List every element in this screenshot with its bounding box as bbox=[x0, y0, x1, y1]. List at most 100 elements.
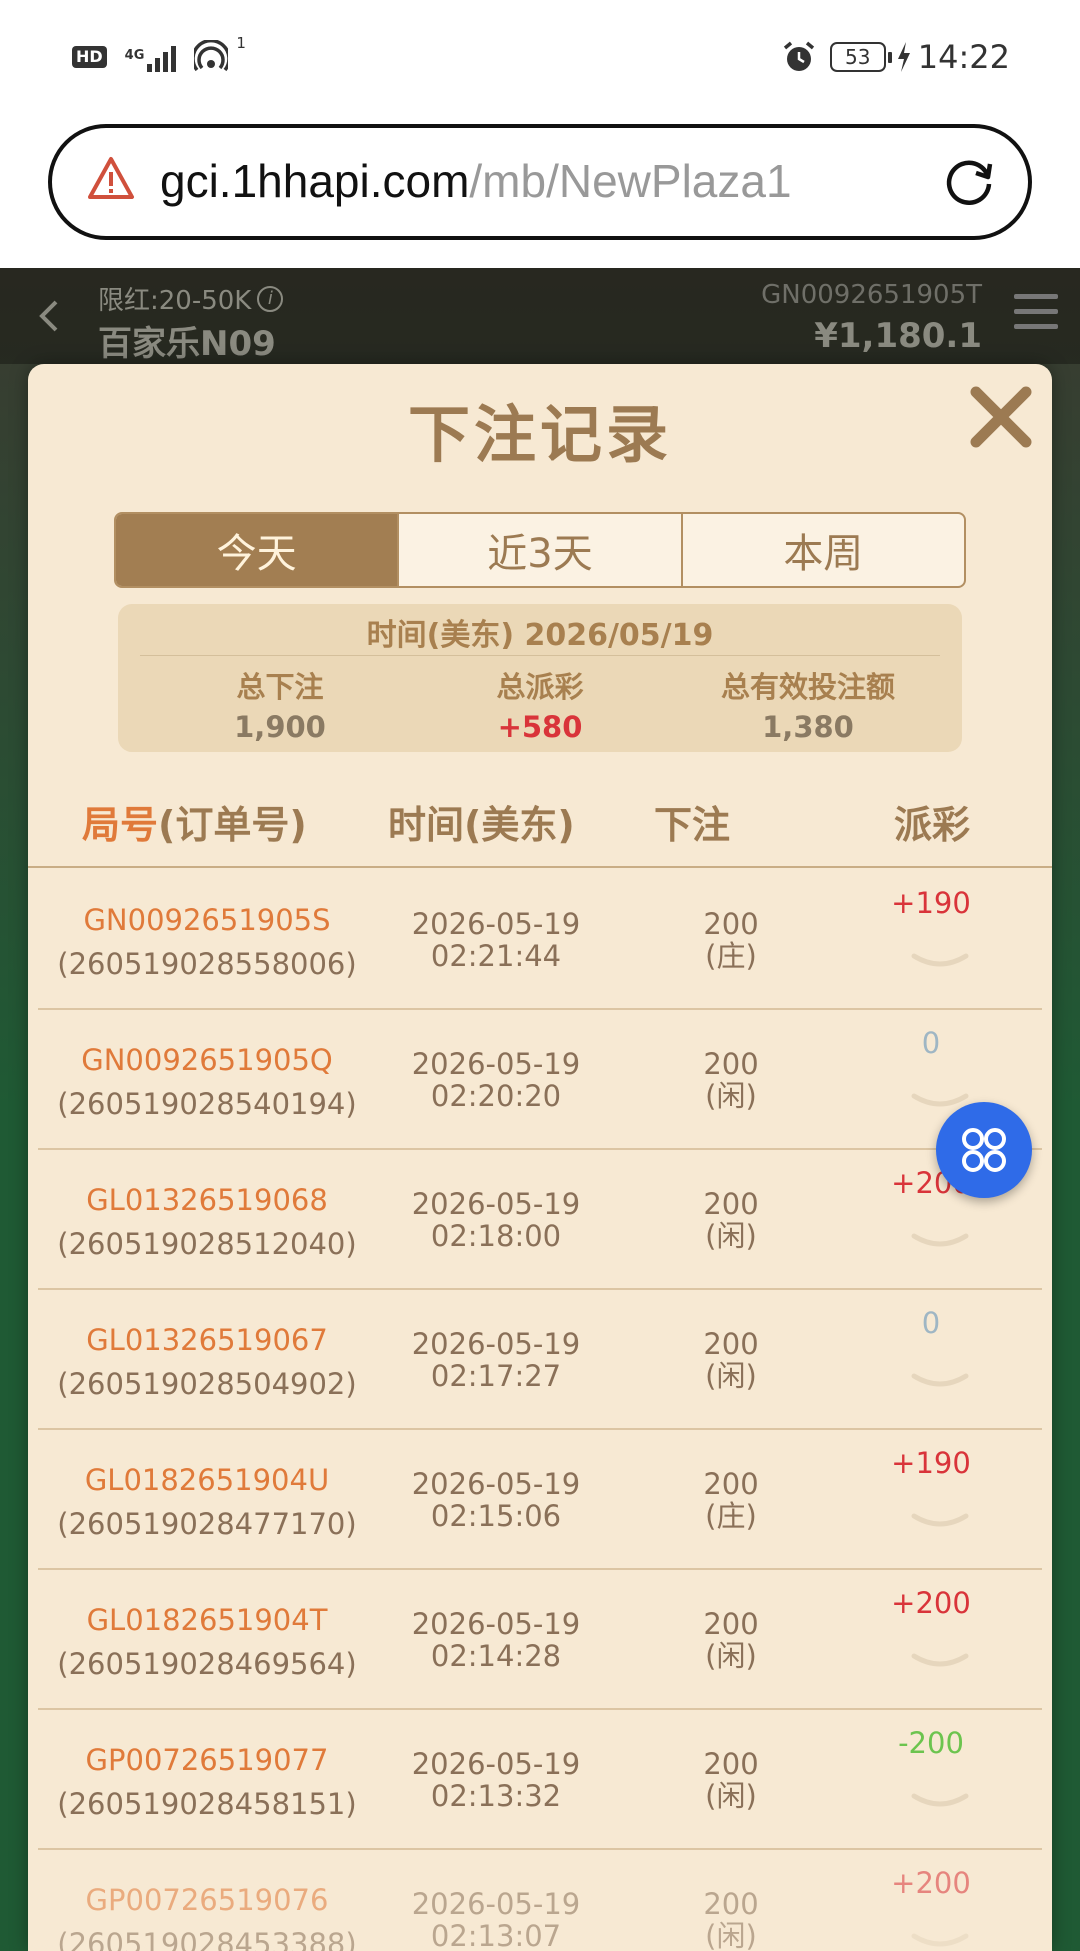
table-row[interactable]: GN0092651905Q (260519028540194) 2026-05-19… bbox=[38, 1010, 1042, 1150]
back-arrow-icon[interactable] bbox=[30, 296, 70, 336]
total-payout-value: +580 bbox=[497, 710, 583, 744]
hotspot-icon bbox=[194, 40, 229, 72]
cell-game-id: GL0182651904U (260519028477170) bbox=[38, 1458, 376, 1546]
chevron-down-icon[interactable] bbox=[910, 1370, 970, 1396]
status-bar: HD 4G 1 53 14:22 bbox=[0, 0, 1080, 118]
cell-time: 2026-05-19 02:15:06 bbox=[376, 1468, 616, 1532]
bet-amount: 200 bbox=[703, 1047, 759, 1081]
order-id: (260519028453388) bbox=[57, 1927, 357, 1951]
chevron-down-icon[interactable] bbox=[910, 1790, 970, 1816]
bet-time: 02:17:27 bbox=[430, 1359, 562, 1393]
total-payout-label: 总派彩 bbox=[496, 670, 584, 704]
column-header-time: 时间(美东) bbox=[388, 803, 575, 847]
cell-time: 2026-05-19 02:13:07 bbox=[376, 1888, 616, 1951]
chevron-down-icon[interactable] bbox=[910, 1650, 970, 1676]
bet-time: 02:18:00 bbox=[430, 1219, 562, 1253]
bet-time: 02:20:20 bbox=[430, 1079, 562, 1113]
floating-menu-button[interactable] bbox=[936, 1102, 1032, 1198]
cell-game-id: GP00726519077 (260519028458151) bbox=[38, 1738, 376, 1826]
cell-game-id: GL01326519067 (260519028504902) bbox=[38, 1318, 376, 1406]
cell-bet: 200 (闲) bbox=[666, 1748, 796, 1812]
bet-time: 02:13:07 bbox=[430, 1919, 562, 1951]
game-id: GP00726519077 bbox=[85, 1743, 329, 1777]
tab-this-week[interactable]: 本周 bbox=[683, 514, 964, 586]
hotspot-count: 1 bbox=[236, 34, 246, 52]
address-bar[interactable]: gci.1hhapi.com/mb/NewPlaza1 bbox=[48, 124, 1032, 240]
table-row[interactable]: GP00726519076 (260519028453388) 2026-05-19… bbox=[38, 1850, 1042, 1951]
column-header-id-rest: (订单号) bbox=[158, 803, 307, 847]
bet-limit: 限红:20-50K i bbox=[98, 280, 284, 317]
summary-total-valid: 总有效投注额 1,380 bbox=[678, 664, 938, 744]
cell-time: 2026-05-19 02:20:20 bbox=[376, 1048, 616, 1112]
chevron-down-icon[interactable] bbox=[910, 1930, 970, 1951]
order-id: (260519028558006) bbox=[57, 947, 357, 981]
battery-icon: 53 bbox=[829, 42, 892, 72]
game-id: GL0182651904U bbox=[84, 1463, 330, 1497]
cell-bet: 200 (庄) bbox=[666, 908, 796, 972]
table-row[interactable]: GL0182651904U (260519028477170) 2026-05-19… bbox=[38, 1430, 1042, 1570]
bet-amount: 200 bbox=[703, 1607, 759, 1641]
close-icon[interactable] bbox=[966, 382, 1036, 452]
status-left: HD 4G 1 bbox=[72, 34, 246, 74]
bet-side: (闲) bbox=[705, 1779, 757, 1813]
table-row[interactable]: GN0092651905S (260519028558006) 2026-05-19… bbox=[38, 870, 1042, 1010]
bet-side: (庄) bbox=[705, 1499, 757, 1533]
bet-date: 2026-05-19 bbox=[411, 1327, 581, 1361]
bet-side: (闲) bbox=[705, 1639, 757, 1673]
bet-time: 02:14:28 bbox=[430, 1639, 562, 1673]
summary-panel: 时间(美东) 2026/05/19 总下注 1,900 总派彩 +580 总有效… bbox=[118, 604, 962, 752]
warning-triangle-icon[interactable] bbox=[86, 154, 136, 204]
info-icon[interactable]: i bbox=[257, 285, 284, 312]
summary-total-payout: 总派彩 +580 bbox=[410, 664, 670, 744]
table-name: 百家乐N09 bbox=[98, 324, 276, 364]
table-row[interactable]: GL01326519067 (260519028504902) 2026-05-19… bbox=[38, 1290, 1042, 1430]
chevron-down-icon[interactable] bbox=[910, 950, 970, 976]
bet-time: 02:15:06 bbox=[430, 1499, 562, 1533]
chevron-down-icon[interactable] bbox=[910, 1230, 970, 1256]
tab-today[interactable]: 今天 bbox=[116, 514, 400, 586]
table-row[interactable]: GL0182651904T (260519028469564) 2026-05-19… bbox=[38, 1570, 1042, 1710]
bet-side: (闲) bbox=[705, 1219, 757, 1253]
reload-icon[interactable] bbox=[940, 152, 998, 210]
game-id: GN0092651905Q bbox=[81, 1043, 333, 1077]
payout-value: -200 bbox=[898, 1726, 964, 1760]
url-path: /mb/NewPlaza1 bbox=[469, 155, 792, 207]
cell-time: 2026-05-19 02:21:44 bbox=[376, 908, 616, 972]
signal-icon: 4G bbox=[125, 42, 177, 72]
cell-time: 2026-05-19 02:17:27 bbox=[376, 1328, 616, 1392]
grid-menu-icon bbox=[962, 1128, 1006, 1172]
bet-amount: 200 bbox=[703, 1187, 759, 1221]
cell-bet: 200 (闲) bbox=[666, 1328, 796, 1392]
alarm-icon bbox=[783, 41, 814, 71]
game-header: 限红:20-50K i 百家乐N09 GN0092651905T ¥1,180.… bbox=[0, 268, 1080, 364]
cell-time: 2026-05-19 02:14:28 bbox=[376, 1608, 616, 1672]
modal-title: 下注记录 bbox=[407, 398, 672, 471]
chevron-down-icon[interactable] bbox=[910, 1510, 970, 1536]
clock-time: 14:22 bbox=[917, 38, 1010, 76]
bet-side: (庄) bbox=[705, 939, 757, 973]
order-id: (260519028458151) bbox=[57, 1787, 357, 1821]
total-valid-label: 总有效投注额 bbox=[720, 670, 895, 704]
bet-time: 02:13:32 bbox=[430, 1779, 562, 1813]
tab-last-3-days[interactable]: 近3天 bbox=[399, 514, 683, 586]
payout-value: +190 bbox=[891, 1446, 971, 1480]
game-id: GN0092651905S bbox=[83, 903, 331, 937]
cell-game-id: GL0182651904T (260519028469564) bbox=[38, 1598, 376, 1686]
cell-game-id: GN0092651905S (260519028558006) bbox=[38, 898, 376, 986]
url-text[interactable]: gci.1hhapi.com/mb/NewPlaza1 bbox=[160, 154, 792, 208]
order-id: (260519028504902) bbox=[57, 1367, 357, 1401]
table-row[interactable]: GP00726519077 (260519028458151) 2026-05-19… bbox=[38, 1710, 1042, 1850]
network-type: 4G bbox=[124, 48, 145, 63]
game-id: GL01326519067 bbox=[86, 1323, 328, 1357]
game-id: GL01326519068 bbox=[86, 1183, 328, 1217]
bet-date: 2026-05-19 bbox=[411, 907, 581, 941]
bet-record-list: GN0092651905S (260519028558006) 2026-05-19… bbox=[38, 870, 1042, 1951]
table-row[interactable]: GL01326519068 (260519028512040) 2026-05-19… bbox=[38, 1150, 1042, 1290]
total-valid-value: 1,380 bbox=[762, 710, 854, 744]
bet-time: 02:21:44 bbox=[430, 939, 562, 973]
bet-date: 2026-05-19 bbox=[411, 1047, 581, 1081]
payout-value: 0 bbox=[921, 1306, 941, 1340]
cell-bet: 200 (庄) bbox=[666, 1468, 796, 1532]
bet-date: 2026-05-19 bbox=[411, 1607, 581, 1641]
hamburger-menu-icon[interactable] bbox=[1014, 294, 1058, 334]
